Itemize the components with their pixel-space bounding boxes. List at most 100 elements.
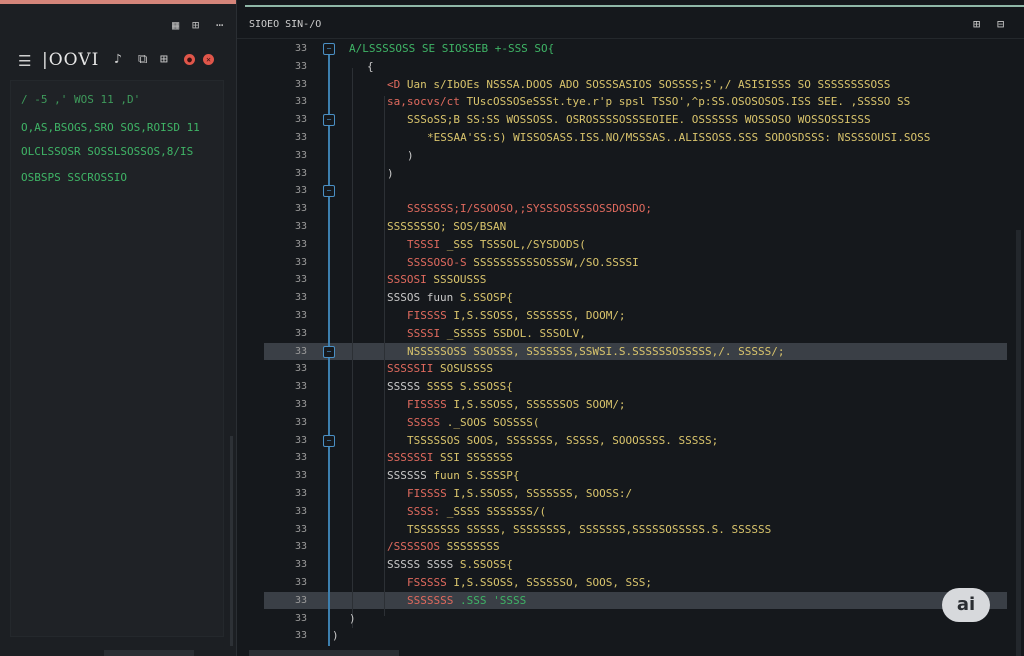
code-token: .SSS 'SSSS (453, 593, 527, 607)
brush-icon[interactable]: ♪ (114, 52, 122, 67)
code-line: SSSSSII SOSUSSSS (387, 360, 493, 378)
code-token: SSI SSSSSSS (433, 451, 513, 465)
code-line: TSSSSSOS SOOS, SSSSSSS, SSSSS, SOOOSSSS.… (407, 432, 718, 450)
list-icon[interactable]: ☰ (18, 52, 31, 70)
stop-icon[interactable]: ● (184, 54, 195, 65)
code-line: FISSSS I,S.SSOSS, SSSSSSOS SOOM/; (407, 396, 626, 414)
output-line: OLCLSSOSR SOSSLSOSSOS,8/IS (21, 145, 194, 158)
line-number: 33 (294, 488, 307, 499)
window-icon[interactable]: ⊞ (160, 52, 168, 67)
code-token: ) (407, 148, 414, 162)
code-token: ) (349, 611, 356, 625)
code-line: TSSSI _SSS TSSSOL,/SYSDODS( (407, 236, 586, 254)
code-token: SSSSSSSO; SOS/BSAN (387, 220, 507, 233)
grid-icon[interactable]: ⊞ (973, 17, 980, 31)
grid-icon[interactable]: ▦ (172, 18, 179, 32)
left-scrollbar[interactable] (230, 436, 233, 646)
code-line: TSSSSSSS SSSSS, SSSSSSSS, SSSSSSS,SSSSSO… (407, 521, 771, 539)
line-number: 33 (294, 630, 307, 642)
code-line: SSSSI _SSSSS SSDOL. SSSOLV, (407, 325, 586, 343)
line-number: 33 (294, 345, 307, 357)
code-line: FISSSS I,S.SSOSS, SSSSSSS, SOOSS:/ (407, 485, 632, 503)
code-line: *ESSAA'SS:S) WISSOSASS.ISS.NO/MSSSAS..AL… (427, 129, 930, 147)
code-line: SSSoSS;B SS:SS WOSSOSS. OSROSSSSOSSSEOIE… (407, 111, 871, 129)
code-keyword: SSSOS fuun (387, 291, 454, 305)
code-line: SSSSSSS;I/SSOOSO,;SYSSSOSSSSOSSDOSDO; (407, 200, 652, 218)
line-number: 33 (294, 434, 307, 446)
fold-toggle-icon[interactable]: − (323, 434, 335, 447)
code-token: I,S.SSOSS, SSSSSSO, SOOS, SSS; (446, 576, 653, 589)
code-line: SSSSS ._SOOS SOSSSS( (407, 414, 539, 432)
line-number: 33 (294, 292, 307, 304)
code-keyword: TSSSI (407, 237, 441, 251)
code-line: SSSSSSI SSI SSSSSSS (387, 449, 513, 467)
left-output-pane[interactable]: / -5 ,' WOS 11 ,D' O,AS,BSOGS,SRO SOS,RO… (10, 80, 224, 637)
code-keyword: SSSOSI (387, 273, 427, 287)
code-keyword: SSSSSII (387, 362, 434, 376)
split-icon[interactable]: ⊟ (997, 17, 1004, 31)
split-icon[interactable]: ⊞ (192, 18, 199, 32)
line-number: 33 (294, 96, 307, 108)
code-keyword: SSSSSSS (407, 593, 454, 607)
code-line: FISSSS I,S.SSOSS, SSSSSSS, DOOM/; (407, 307, 626, 325)
left-accent-bar (0, 0, 236, 4)
indent-guide (352, 68, 353, 628)
fold-toggle-icon[interactable]: − (323, 345, 335, 358)
fold-toggle-icon[interactable]: − (323, 185, 335, 198)
close-icon[interactable]: ✕ (203, 54, 214, 65)
output-line: / -5 ,' WOS 11 ,D' (21, 93, 141, 106)
code-keyword: SSSSS SSSS (387, 558, 454, 572)
code-keyword: SSSSSSS;I/SSOOSO,;SYSSSOSSSSOSSDOSDO; (407, 202, 653, 216)
code-keyword: SSSSS (407, 415, 441, 429)
code-keyword: SSSSS (387, 380, 421, 394)
left-horizontal-scrollbar[interactable] (104, 650, 194, 656)
code-keyword: SSSS: (407, 504, 441, 518)
editor-accent-bar (245, 5, 1024, 7)
line-number: 33 (294, 559, 307, 571)
code-keyword: FISSSS (407, 398, 447, 411)
editor-horizontal-scrollbar[interactable] (249, 650, 399, 656)
code-line: SSSS: _SSSS SSSSSSS/( (407, 503, 546, 521)
code-line: SSSSSSS .SSS 'SSSS (407, 592, 526, 610)
editor-tab[interactable]: SIOEO SIN-/O (249, 19, 321, 30)
code-line: SSSOS fuun S.SSOSP{ (387, 289, 513, 307)
code-line: SSSSSS fuun S.SSSSP{ (387, 467, 519, 485)
code-line: SSSSSSSO; SOS/BSAN (387, 218, 506, 236)
panel-title: |OOVI (42, 50, 100, 70)
code-line: A/LSSSSOSS SE SIOSSEB +-SSS SO{ (349, 40, 554, 58)
editor-tabbar: SIOEO SIN-/O ⊞ ⊟ (237, 10, 1024, 39)
code-keyword: <D (387, 77, 401, 91)
ai-assistant-button[interactable]: ai (942, 588, 990, 622)
left-panel: ▦ ⊞ ⋯ ☰ |OOVI ♪ ⧉ ⊞ ● ✕ / -5 ,' WOS 11 ,… (0, 0, 237, 656)
line-number: 33 (294, 399, 307, 410)
fold-toggle-icon[interactable]: − (323, 43, 335, 55)
code-token: fuun S.SSSSP{ (426, 469, 520, 483)
code-token: SSSS S.SSOSS{ (420, 380, 513, 394)
left-toolbar: ☰ |OOVI ♪ ⧉ ⊞ ● ✕ (0, 44, 236, 76)
code-area[interactable]: 33 33 33 33 33 33 33 33 33 33 33 33 33 33 33 33 33 33 33 33… (237, 40, 1017, 656)
line-number: 33 (294, 167, 307, 179)
code-token: TUscOSSOSeSSSt.tye.r'p spsl TSSO',^p:SS.… (459, 95, 911, 109)
copy-icon[interactable]: ⧉ (138, 52, 147, 67)
line-number: 33 (294, 221, 307, 232)
code-line: <D Uan s/IbOEs NSSSA.DOOS ADO SOSSSASIOS… (387, 76, 890, 94)
code-token: SOSUSSSS (433, 362, 493, 376)
more-icon[interactable]: ⋯ (216, 18, 223, 32)
code-token: S.SSOSS{ (453, 558, 513, 572)
line-number: 33 (294, 185, 307, 197)
fold-toggle-icon[interactable]: − (323, 114, 335, 127)
line-number: 33 (294, 78, 307, 90)
code-token: ) (332, 629, 339, 643)
code-keyword: sa,socvs/ct (387, 95, 460, 109)
code-keyword: FISSSS (407, 309, 447, 322)
line-number: 33 (294, 612, 307, 624)
code-line: SSSSOSO-S SSSSSSSSSSOSSSW,/SO.SSSSI (407, 254, 639, 272)
code-line: SSSOSI SSSOUSSS (387, 271, 486, 289)
code-token: *ESSAA'SS:S) WISSOSASS.ISS.NO/MSSSAS..AL… (427, 131, 931, 144)
code-token: NSSSSSOSS SSOSSS, SSSSSSS,SSWSI.S.SSSSSS… (407, 344, 785, 358)
line-number: 33 (294, 470, 307, 482)
line-number: 33 (294, 238, 307, 250)
line-number: 33 (294, 416, 307, 428)
editor-scrollbar[interactable] (1016, 230, 1021, 656)
code-line: /SSSSSOS SSSSSSSS (387, 538, 500, 556)
